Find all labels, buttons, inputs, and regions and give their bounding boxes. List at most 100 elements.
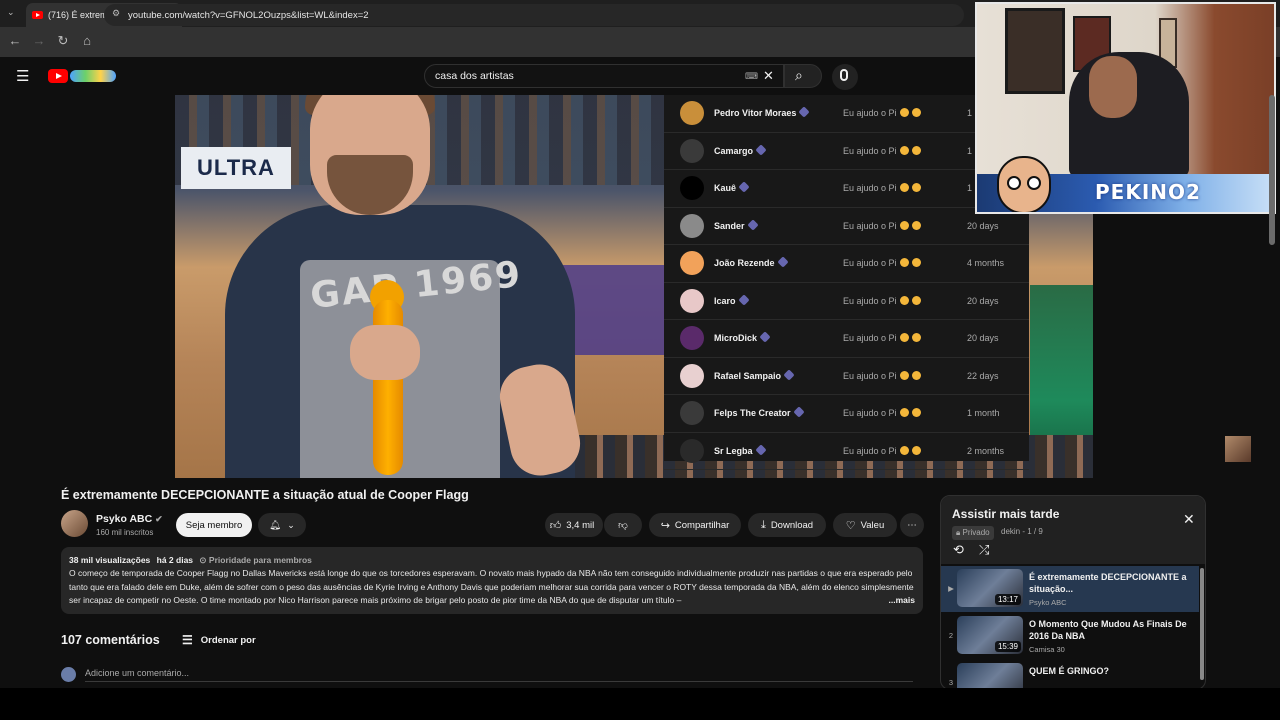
forward-arrow-icon[interactable]: →: [31, 33, 47, 49]
playlist-item[interactable]: 3QUEM É GRINGO?Aqueles Caras: [941, 660, 1199, 689]
user-avatar: [61, 667, 76, 682]
playlist-title[interactable]: Assistir mais tarde: [952, 507, 1059, 521]
member-badge-icon: [755, 144, 767, 156]
share-icon: ↪: [660, 519, 670, 532]
more-actions-button[interactable]: ⋯: [900, 513, 924, 537]
member-duration: 20 days: [967, 295, 999, 306]
show-more-link[interactable]: ...mais: [889, 594, 915, 607]
playlist-index: ▶: [948, 584, 954, 593]
cartoon-eye: [1027, 176, 1041, 190]
member-badge-icon: [759, 331, 771, 343]
loop-icon[interactable]: ⟲: [953, 542, 964, 558]
arena-ad-banner: ULTRA: [181, 147, 291, 189]
view-count: 38 mil visualizações: [69, 555, 151, 565]
search-button[interactable]: ⌕: [784, 64, 822, 88]
priority-icon: ⊙: [199, 555, 207, 565]
comments-count: 107 comentários: [61, 633, 160, 647]
share-button[interactable]: ↪ Compartilhar: [649, 513, 741, 537]
member-avatar: [680, 138, 704, 163]
emoji-icon: [899, 370, 909, 380]
member-level: Eu ajudo o Pi: [843, 445, 921, 456]
playlist-scrollbar[interactable]: [1200, 568, 1204, 680]
address-bar[interactable]: ⚙ youtube.com/watch?v=GFNOL2Ouzps&list=W…: [104, 4, 964, 26]
upload-age: há 2 dias: [156, 555, 194, 565]
microphone-icon: [840, 69, 848, 81]
home-icon[interactable]: ⌂: [79, 33, 95, 49]
description-text: O começo de temporada de Cooper Flagg no…: [69, 567, 915, 607]
member-level: Eu ajudo o Pi: [843, 108, 921, 118]
more-options-icon: ⋯: [907, 519, 917, 531]
keyboard-icon[interactable]: ⌨: [745, 71, 758, 82]
streamer-face: [1089, 56, 1137, 118]
emoji-icon: [911, 108, 921, 118]
close-icon[interactable]: ✕: [1183, 511, 1195, 528]
emoji-icon: [911, 295, 921, 305]
playlist-video-title: O Momento Que Mudou As Finais De 2016 Da…: [1029, 619, 1187, 641]
reload-icon[interactable]: ↻: [55, 33, 71, 49]
playlist-video-channel: Psyko ABC: [1029, 598, 1067, 607]
member-badge-icon: [746, 219, 759, 231]
clear-search-icon[interactable]: ✕: [763, 68, 774, 84]
priority-label: ⊙ Prioridade para membros: [199, 555, 312, 565]
thanks-heart-icon: ♡: [845, 519, 856, 532]
search-input[interactable]: casa dos artistas ⌨ ✕: [424, 64, 784, 88]
site-info-icon[interactable]: ⚙: [112, 8, 120, 19]
channel-name[interactable]: Psyko ABC ✔: [96, 513, 163, 525]
shuffle-icon[interactable]: ⤮: [979, 542, 989, 558]
verified-badge-icon: ✔: [155, 514, 163, 524]
member-duration: 1: [967, 108, 973, 119]
member-name: Felps The Creator: [714, 406, 805, 418]
youtube-logo[interactable]: [48, 69, 116, 83]
member-badge-icon: [754, 444, 767, 456]
dislike-button[interactable]: 👎︎: [604, 513, 642, 537]
emoji-icon: [911, 370, 921, 380]
download-icon: ⤓: [760, 518, 766, 531]
add-comment-input[interactable]: Adicione um comentário...: [85, 668, 913, 682]
notification-bell-button[interactable]: 🔔︎ ⌄: [258, 513, 306, 537]
voice-search-button[interactable]: [832, 64, 858, 90]
emoji-icon: [899, 445, 909, 455]
menu-icon[interactable]: ☰: [16, 67, 29, 85]
youtube-logo-play-triangle: [56, 73, 62, 79]
sort-comments-button[interactable]: ☰ Ordenar por: [182, 633, 256, 647]
cartoon-avatar-icon: [997, 156, 1051, 212]
member-duration: 1: [967, 183, 973, 194]
member-level: Eu ajudo o Pi: [843, 145, 921, 156]
member-name: João Rezende: [714, 256, 789, 268]
tab-list-chevron-icon[interactable]: ⌄: [7, 7, 15, 18]
playlist-item[interactable]: 2 15:39 O Momento Que Mudou As Finais De 2…: [941, 613, 1199, 659]
video-duration: 15:39: [994, 641, 1021, 652]
join-membership-button[interactable]: Seja membro: [176, 513, 252, 537]
playlist-item[interactable]: ▶ 13:17 É extremamente DECEPCIONANTE a sit…: [941, 566, 1199, 612]
emoji-icon: [911, 145, 921, 155]
member-avatar: [680, 213, 704, 238]
lock-icon: 🔒︎: [956, 528, 961, 537]
member-duration: 1: [967, 145, 973, 156]
member-duration: 20 days: [967, 333, 999, 344]
member-avatar: [680, 326, 704, 351]
member-badge-icon: [783, 369, 795, 381]
member-badge-icon: [738, 181, 750, 193]
emoji-icon: [911, 258, 921, 268]
member-level: Eu ajudo o Pi: [843, 183, 921, 193]
member-name: Pedro Vitor Moraes: [714, 106, 811, 118]
playlist-video-title: QUEM É GRINGO?: [1029, 666, 1110, 676]
member-row: João Rezende Eu ajudo o Pi 4 months: [664, 245, 1029, 283]
page-scrollbar[interactable]: [1269, 95, 1275, 245]
member-name: Icaro: [714, 294, 750, 306]
description-box[interactable]: 38 mil visualizações há 2 dias ⊙ Priorid…: [61, 547, 923, 614]
mini-avatar-thumbnail[interactable]: [1225, 436, 1251, 462]
playlist-owner-position: dekin - 1 / 9: [1001, 527, 1043, 536]
chevron-down-icon: ⌄: [287, 519, 295, 530]
download-button[interactable]: ⤓ Download: [748, 513, 826, 537]
member-row: Felps The Creator Eu ajudo o Pi 1 month: [664, 395, 1029, 433]
channel-avatar[interactable]: [61, 510, 88, 537]
video-thumbnail: 13:17: [957, 569, 1023, 607]
privacy-badge: 🔒︎ Privado: [952, 526, 994, 540]
thanks-button[interactable]: ♡ Valeu: [833, 513, 897, 537]
emoji-icon: [899, 408, 909, 418]
like-button[interactable]: 👍︎ 3,4 mil: [545, 513, 603, 537]
like-count: 3,4 mil: [566, 519, 595, 531]
back-arrow-icon[interactable]: ←: [7, 33, 23, 49]
video-meta-line: 38 mil visualizações há 2 dias ⊙ Priorid…: [69, 554, 915, 567]
